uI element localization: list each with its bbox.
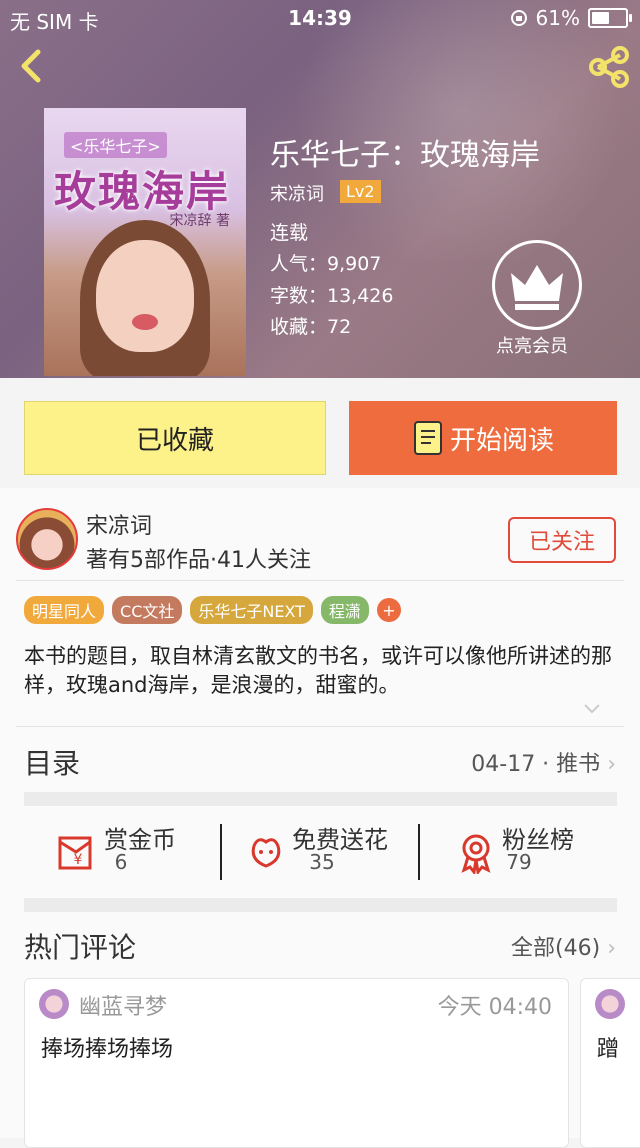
comment-text: 蹭 (597, 1037, 620, 1062)
cover-series-tag: <乐华七子> (64, 132, 167, 158)
follow-button[interactable]: 已关注 (508, 517, 616, 563)
share-icon[interactable] (586, 44, 632, 90)
fan-ranking-stat[interactable]: 粉丝榜 79 (454, 820, 584, 884)
add-tag-button[interactable]: + (376, 598, 401, 622)
author-name[interactable]: 宋凉词 (86, 508, 152, 540)
toc-latest[interactable]: 04-17 · 推书 › (471, 746, 616, 778)
crown-icon (511, 265, 563, 310)
book-title: 乐华七子：玫瑰海岸 (270, 138, 540, 173)
comment-card[interactable]: 蹭 (580, 978, 640, 1148)
book-cover[interactable]: <乐华七子> 玫瑰海岸 宋凉辞 著 (44, 108, 246, 376)
all-comments-label: 全部(46) (511, 936, 601, 961)
tag-chip[interactable]: 乐华七子NEXT (190, 596, 313, 624)
stat-value: 79 (506, 850, 532, 874)
stat-value: 35 (309, 850, 335, 874)
book-favorites: 收藏：72 (270, 316, 352, 338)
book-author[interactable]: 宋凉词 (270, 180, 324, 206)
tag-chip[interactable]: 程潇 (320, 596, 369, 624)
section-separator (24, 898, 617, 912)
follow-label: 已关注 (528, 530, 595, 555)
commenter-name[interactable]: 幽蓝寻梦 (79, 989, 167, 1021)
author-summary: 著有5部作品·41人关注 (86, 548, 311, 573)
hot-comments-title: 热门评论 (24, 931, 137, 964)
battery-percent: 61% (535, 6, 580, 30)
member-label[interactable]: 点亮会员 (496, 332, 568, 358)
cover-lips (132, 314, 158, 330)
chevron-right-icon: › (607, 752, 616, 777)
status-right: 61% (510, 6, 632, 30)
stat-value: 6 (114, 850, 128, 874)
rotation-lock-icon (510, 10, 527, 26)
back-icon[interactable] (12, 46, 52, 86)
all-comments-link[interactable]: 全部(46) › (511, 930, 616, 962)
free-flowers-stat[interactable]: 免费送花 35 (244, 820, 400, 884)
chevron-down-icon[interactable] (582, 702, 602, 716)
status-bar: 无 SIM 卡 14:39 61% (0, 0, 640, 34)
book-popularity: 人气：9,907 (270, 253, 382, 275)
author-avatar[interactable] (16, 508, 78, 570)
book-word-count: 字数：13,426 (270, 285, 394, 307)
battery-icon (588, 8, 632, 28)
divider (418, 824, 420, 880)
divider (16, 726, 624, 727)
toc-latest-label: 04-17 · 推书 (471, 752, 601, 777)
tag-chip[interactable]: CC文社 (112, 596, 183, 624)
divider (16, 580, 624, 581)
start-reading-label: 开始阅读 (449, 425, 554, 456)
favorited-label: 已收藏 (135, 425, 214, 456)
section-separator (24, 792, 617, 806)
tag-list: 明星同人 CC文社 乐华七子NEXT 程潇 + (24, 596, 401, 624)
cover-face (96, 240, 194, 352)
book-status: 连载 (270, 222, 309, 244)
chevron-right-icon: › (607, 936, 616, 961)
book-icon (413, 421, 442, 455)
comment-card[interactable]: 幽蓝寻梦 今天 04:40 捧场捧场捧场 (24, 978, 569, 1148)
tag-chip[interactable]: 明星同人 (24, 596, 105, 624)
author-level-badge: Lv2 (340, 180, 381, 203)
start-reading-button[interactable]: 开始阅读 (349, 401, 617, 475)
cover-author: 宋凉辞 著 (169, 213, 230, 229)
comment-text: 捧场捧场捧场 (41, 1037, 174, 1062)
divider (220, 824, 222, 880)
member-crown-button[interactable] (492, 240, 582, 330)
reward-coins-stat[interactable]: ¥ 赏金币 6 (56, 820, 186, 884)
comment-time: 今天 04:40 (437, 995, 552, 1020)
book-description: 本书的题目，取自林清玄散文的书名，或许可以像他所讲述的那样，玫瑰and海岸，是浪… (24, 644, 612, 697)
toc-label[interactable]: 目录 (24, 742, 80, 782)
commenter-avatar[interactable] (39, 989, 69, 1019)
favorited-button[interactable]: 已收藏 (24, 401, 326, 475)
commenter-avatar[interactable] (595, 989, 625, 1019)
